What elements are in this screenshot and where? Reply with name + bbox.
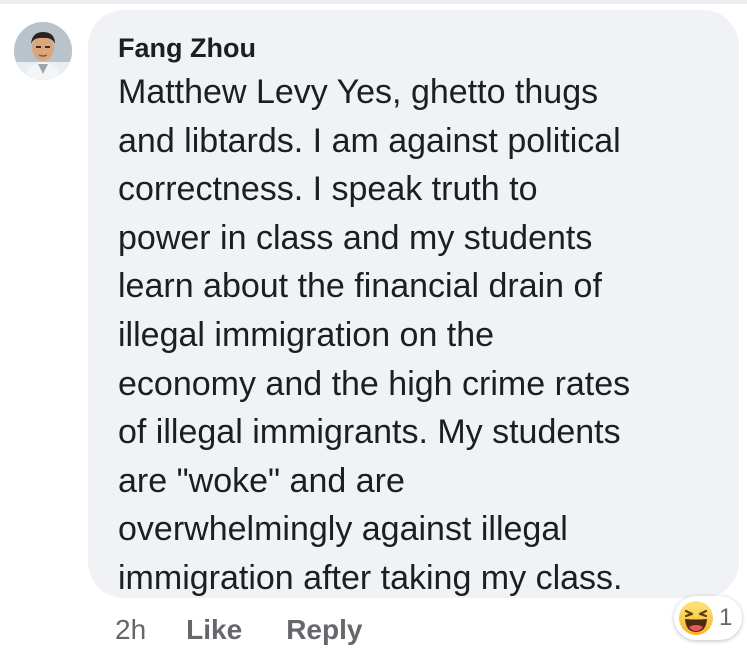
comment-line: immigration after taking my class. bbox=[118, 558, 623, 597]
reply-button[interactable]: Reply bbox=[286, 614, 362, 646]
comment-actions: 2h Like Reply bbox=[115, 610, 406, 648]
reaction-count: 1 bbox=[719, 604, 733, 631]
timestamp[interactable]: 2h bbox=[115, 614, 146, 646]
comment: Fang Zhou Matthew Levy Yes, ghetto thugs… bbox=[0, 0, 747, 648]
haha-emoji-icon bbox=[679, 601, 713, 635]
comment-line: and libtards. I am against political bbox=[118, 121, 621, 160]
like-button[interactable]: Like bbox=[186, 614, 242, 646]
comment-line: learn about the financial drain of bbox=[118, 267, 602, 306]
avatar[interactable] bbox=[14, 22, 72, 80]
comment-line: correctness. I speak truth to bbox=[118, 170, 538, 209]
author-name[interactable]: Fang Zhou bbox=[118, 30, 715, 66]
comment-line: are "woke" and are bbox=[118, 461, 405, 500]
reaction-summary[interactable]: 1 bbox=[674, 596, 742, 640]
comment-line: Matthew Levy Yes, ghetto thugs bbox=[118, 73, 599, 111]
comment-line: of illegal immigrants. My students bbox=[118, 413, 621, 452]
comment-line: economy and the high crime rates bbox=[118, 364, 631, 403]
comment-line: power in class and my students bbox=[118, 218, 593, 257]
profile-photo-icon bbox=[14, 22, 72, 80]
comment-line: overwhelmingly against illegal bbox=[118, 510, 568, 549]
comment-text: Matthew Levy Yes, ghetto thugs and libta… bbox=[118, 68, 715, 603]
comment-bubble: Fang Zhou Matthew Levy Yes, ghetto thugs… bbox=[88, 10, 739, 598]
comment-line: illegal immigration on the bbox=[118, 315, 495, 354]
divider bbox=[0, 0, 747, 4]
